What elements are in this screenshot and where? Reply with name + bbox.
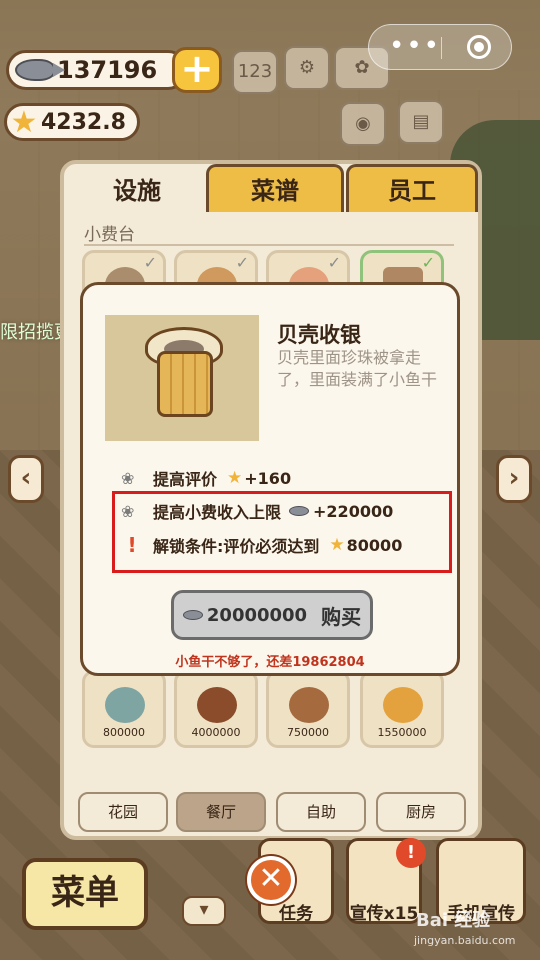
star-icon: ★ [227,468,243,488]
newspaper-icon[interactable]: ▤ [398,100,444,144]
owned-check-icon: ✓ [327,253,341,272]
item-price: 750000 [287,726,329,739]
unlock-condition-value: 80000 [346,535,403,555]
item-art [197,687,237,723]
category-buffet[interactable]: 自助 [276,792,366,832]
rating-bonus-label: 提高评价 [153,470,218,489]
camera-icon[interactable]: ◉ [340,102,386,146]
category-garden[interactable]: 花园 [78,792,168,832]
item-title: 贝壳收银 [277,323,361,347]
menu-button[interactable]: 菜单 [22,858,148,930]
item-card[interactable]: 750000 [266,670,350,748]
unlock-condition-label: 解锁条件:评价必须达到 [153,537,320,556]
tip-limit-row: ❀ 提高小费收入上限 +220000 [121,498,393,524]
item-art [105,687,145,723]
close-miniprogram-icon[interactable] [467,35,491,59]
category-restaurant[interactable]: 餐厅 [176,792,266,832]
add-currency-button[interactable]: + [172,47,222,93]
owned-check-icon: ✓ [421,253,435,272]
tab-recipes[interactable]: 菜谱 [206,164,344,212]
fish-icon [289,506,310,516]
fish-currency-counter: 137196 [6,50,188,90]
item-card[interactable]: 800000 [82,670,166,748]
miniprogram-capsule: ••• [368,24,512,70]
item-card[interactable]: 4000000 [174,670,258,748]
tip-limit-value: +220000 [313,501,394,521]
tab-staff[interactable]: 员工 [346,164,478,212]
item-price: 1550000 [377,726,427,739]
exclamation-icon: ! [127,533,137,557]
item-detail-popup: 贝壳收银 贝壳里面珍珠被拿走了，里面装满了小鱼干 ❀ 提高评价 ★ +160 ❀… [80,282,460,676]
paw-icon: ❀ [121,468,135,488]
fish-currency-value: 137196 [57,56,158,84]
rating-bonus-value: +160 [244,468,292,488]
tab-facilities[interactable]: 设施 [68,164,206,212]
paw-icon: ❀ [121,501,135,521]
tip-limit-label: 提高小费收入上限 [153,503,282,522]
buy-label: 购买 [321,604,362,629]
category-kitchen[interactable]: 厨房 [376,792,466,832]
capsule-divider [441,37,442,59]
watermark-logo: Bai 经验 [416,910,491,931]
item-price: 4000000 [191,726,241,739]
alert-badge: ! [396,838,426,868]
unlock-condition-row: ! 解锁条件:评价必须达到 ★ 80000 [121,532,402,558]
buy-price: 20000000 [206,604,308,626]
section-label-tip-counter: 小费台 [84,225,135,245]
gear-icon[interactable]: ⚙ [284,46,330,90]
more-options-icon[interactable]: ••• [389,33,441,59]
rating-value: 4232.8 [41,109,126,135]
scroll-left-arrow[interactable]: ‹ [8,455,44,503]
section-divider [84,244,454,246]
buy-button[interactable]: 20000000 购买 [171,590,373,640]
fish-icon [15,59,65,81]
item-price: 800000 [103,726,145,739]
collapse-arrow-icon[interactable]: ▾ [182,896,226,926]
item-thumbnail [105,315,259,441]
insufficient-funds-warning: 小鱼干不够了，还差19862804 [175,655,365,670]
rating-bonus-row: ❀ 提高评价 ★ +160 [121,465,291,491]
ranking-icon[interactable]: 123 [232,50,278,94]
watermark-url: jingyan.baidu.com [414,934,516,947]
fish-icon [182,610,203,620]
barrel-art [157,351,213,417]
owned-check-icon: ✓ [143,253,157,272]
rating-counter: ★ 4232.8 [4,103,140,141]
star-icon: ★ [10,105,38,140]
item-card[interactable]: 1550000 [360,670,444,748]
owned-check-icon: ✓ [235,253,249,272]
item-description: 贝壳里面珍珠被拿走了，里面装满了小鱼干 [277,348,438,389]
close-icon[interactable]: ✕ [247,856,295,904]
item-art [383,687,423,723]
star-icon: ★ [329,535,345,555]
item-art [289,687,329,723]
scroll-right-arrow[interactable]: › [496,455,532,503]
